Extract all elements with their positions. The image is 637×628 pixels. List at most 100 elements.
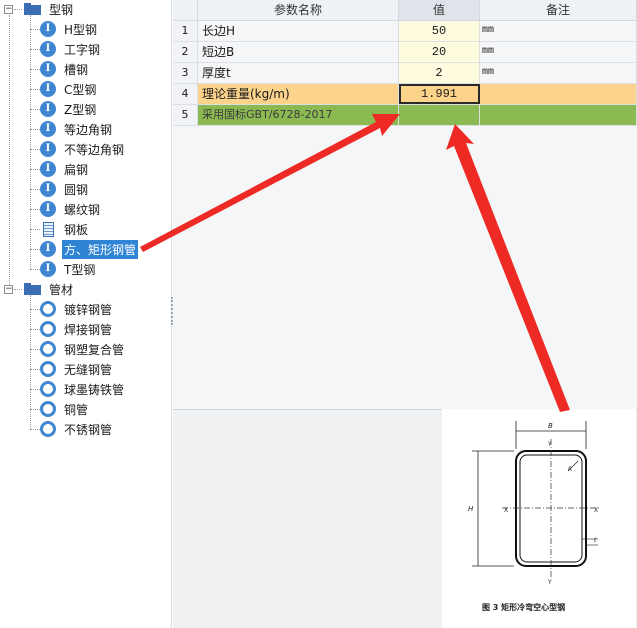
table-row[interactable]: 5 采用国标GBT/6728-2017 (173, 105, 637, 126)
row-number: 3 (173, 63, 198, 83)
tree-toggle[interactable]: − (4, 285, 13, 294)
steel-section-icon: I (40, 181, 56, 197)
tree-connector (30, 109, 40, 110)
axis-y-top-label: Y (547, 441, 552, 448)
row-number-header (173, 0, 198, 21)
param-note-cell[interactable]: mm (480, 63, 637, 83)
value-header[interactable]: 值 (399, 0, 480, 21)
tree-toggle[interactable]: − (4, 5, 13, 14)
tree-item-label: 铜管 (64, 402, 89, 417)
param-name-cell[interactable]: 理论重量(kg/m) (198, 84, 399, 104)
tree-connector (30, 129, 40, 130)
param-name-cell[interactable]: 采用国标GBT/6728-2017 (198, 105, 399, 125)
rect-hollow-section-diagram: B H Y Y X X R t (468, 421, 600, 586)
param-name-cell[interactable]: 厚度t (198, 63, 399, 83)
steel-section-icon: I (40, 261, 56, 277)
pipe-ring-icon (40, 341, 56, 357)
tree-item[interactable]: 焊接钢管 (40, 319, 114, 339)
row-number: 2 (173, 42, 198, 62)
table-row[interactable]: 2 短边B 20 mm (173, 42, 637, 63)
tree-item[interactable]: I 等边角钢 (40, 119, 114, 139)
pipe-ring-icon (40, 401, 56, 417)
param-note-cell[interactable] (480, 105, 637, 125)
table-row[interactable]: 3 厚度t 2 mm (173, 63, 637, 84)
tree-item-label: 钢板 (64, 222, 89, 237)
tree-connector (30, 69, 40, 70)
tree-item[interactable]: 钢板 (40, 219, 90, 239)
param-value-cell[interactable]: 50 (399, 21, 480, 41)
param-name-cell[interactable]: 短边B (198, 42, 399, 62)
tree-item-label: 无缝钢管 (64, 362, 113, 377)
tree-item[interactable]: I 槽钢 (40, 59, 90, 79)
note-header[interactable]: 备注 (480, 0, 637, 21)
row-number: 4 (173, 84, 198, 104)
axis-y-bottom-label: Y (547, 579, 552, 586)
tree-item[interactable]: 球墨铸铁管 (40, 379, 126, 399)
tree-item-label-selected: 方、矩形钢管 (62, 239, 139, 259)
tree-group-label: 型钢 (49, 2, 74, 17)
axis-x-right-label: X (594, 507, 598, 514)
axis-x-left-label: X (504, 507, 508, 514)
tree-item[interactable]: I H型钢 (40, 19, 99, 39)
tree-item-label: 镀锌钢管 (64, 302, 113, 317)
tree-item[interactable]: I 螺纹钢 (40, 199, 102, 219)
section-drawing: B H Y Y X X R t 图 3 矩形冷弯空心型钢 (442, 409, 636, 628)
tree-connector (30, 209, 40, 210)
thickness-label: t (594, 537, 597, 544)
parameter-grid: 参数名称 值 备注 1 长边H 50 mm 2 短边B 20 mm 3 厚度t 2 mm 4 理论重量(k… (173, 0, 637, 410)
param-note-cell[interactable] (480, 84, 637, 104)
steel-section-icon: I (40, 41, 56, 57)
param-value-cell[interactable]: 1.991 (399, 84, 480, 104)
tree-item[interactable]: I C型钢 (40, 79, 98, 99)
dim-h-label: H (468, 505, 474, 513)
tree-connector (9, 15, 10, 285)
param-value-cell[interactable] (399, 105, 480, 125)
folder-icon (24, 283, 41, 295)
tree-item[interactable]: I Z型钢 (40, 99, 98, 119)
tree-item[interactable]: I 扁钢 (40, 159, 90, 179)
tree-item[interactable]: 钢塑复合管 (40, 339, 126, 359)
tree-item[interactable]: 镀锌钢管 (40, 299, 114, 319)
tree-item[interactable]: I 工字钢 (40, 39, 102, 59)
splitter-handle[interactable] (171, 297, 173, 325)
dim-b-label: B (548, 422, 553, 430)
steel-section-icon: I (40, 141, 56, 157)
tree-connector (30, 169, 40, 170)
param-value-cell[interactable]: 20 (399, 42, 480, 62)
tree-item[interactable]: I 圆钢 (40, 179, 90, 199)
pipe-ring-icon (40, 421, 56, 437)
tree-item-label: 槽钢 (64, 62, 89, 77)
steel-section-icon: I (40, 121, 56, 137)
table-row[interactable]: 4 理论重量(kg/m) 1.991 (173, 84, 637, 105)
steel-section-icon: I (40, 21, 56, 37)
tree-connector (30, 15, 31, 269)
tree-connector (30, 49, 40, 50)
tree-item[interactable]: I 不等边角钢 (40, 139, 126, 159)
tree-item-label: T型钢 (64, 262, 96, 277)
tree-group-0[interactable]: 型钢 (24, 0, 75, 19)
tree-item-label: H型钢 (64, 22, 98, 37)
param-name-cell[interactable]: 长边H (198, 21, 399, 41)
tree-item-label: 螺纹钢 (64, 202, 101, 217)
tree-item[interactable]: I 方、矩形钢管 (40, 239, 139, 259)
steel-plate-icon (43, 221, 54, 237)
param-value-cell[interactable]: 2 (399, 63, 480, 83)
tree-item-label: 圆钢 (64, 182, 89, 197)
tree-item-label: 不锈钢管 (64, 422, 113, 437)
tree-item[interactable]: 无缝钢管 (40, 359, 114, 379)
tree-connector (30, 409, 40, 410)
steel-section-icon: I (40, 241, 56, 257)
param-note-cell[interactable]: mm (480, 21, 637, 41)
tree-item[interactable]: I T型钢 (40, 259, 97, 279)
pipe-ring-icon (40, 361, 56, 377)
tree-item[interactable]: 不锈钢管 (40, 419, 114, 439)
param-note-cell[interactable]: mm (480, 42, 637, 62)
tree-item-label: 球墨铸铁管 (64, 382, 125, 397)
tree-connector (30, 369, 40, 370)
tree-item[interactable]: 铜管 (40, 399, 90, 419)
tree-connector (30, 429, 40, 430)
param-name-header[interactable]: 参数名称 (198, 0, 399, 21)
table-row[interactable]: 1 长边H 50 mm (173, 21, 637, 42)
tree-connector (30, 349, 40, 350)
tree-group-1[interactable]: 管材 (24, 279, 75, 299)
